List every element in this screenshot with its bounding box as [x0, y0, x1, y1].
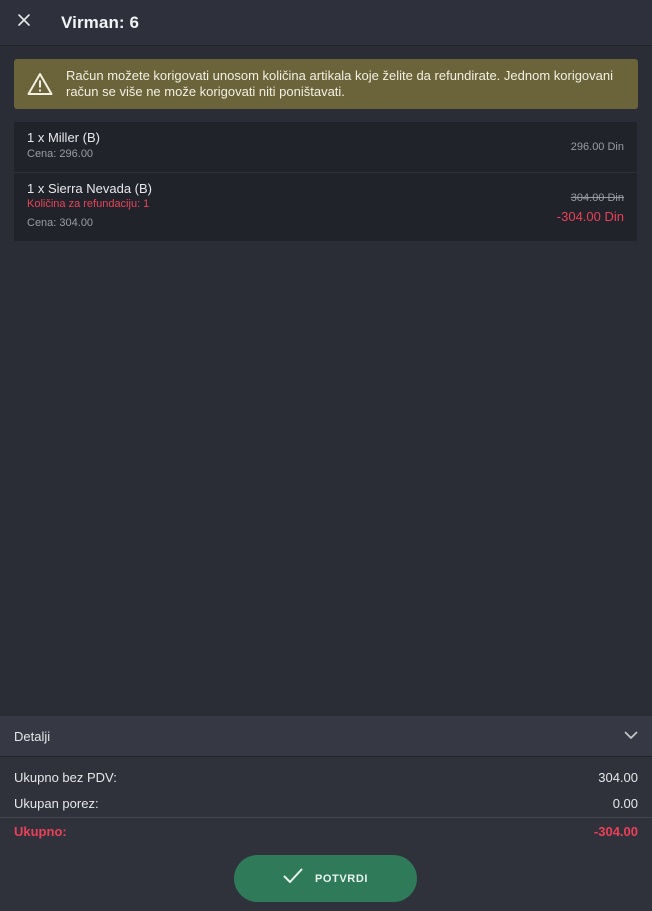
item-name: 1 x Sierra Nevada (B): [27, 181, 152, 196]
item-price: Cena: 304.00: [27, 217, 94, 229]
chevron-down-icon: [624, 727, 638, 745]
list-item[interactable]: 1 x Miller (B) Cena: 296.00 296.00 Din: [14, 122, 637, 173]
tax-total-row: Ukupan porez: 0.00: [14, 796, 638, 811]
item-name: 1 x Miller (B): [27, 130, 100, 145]
warning-text: Račun možete korigovati unosom količina …: [66, 68, 621, 100]
page-title: Virman: 6: [61, 12, 140, 32]
tax-total-value: 0.00: [612, 796, 638, 811]
warning-banner: Račun možete korigovati unosom količina …: [14, 59, 638, 109]
list-item[interactable]: 1 x Sierra Nevada (B) Količina za refund…: [14, 173, 637, 241]
item-list: 1 x Miller (B) Cena: 296.00 296.00 Din 1…: [14, 122, 637, 241]
item-price: Cena: 296.00: [27, 148, 94, 160]
check-icon: [283, 868, 303, 889]
warning-triangle-icon: [14, 72, 66, 96]
net-total-row: Ukupno bez PDV: 304.00: [14, 770, 638, 785]
net-total-value: 304.00: [598, 770, 638, 785]
close-button[interactable]: [0, 0, 48, 46]
grand-total-value: -304.00: [593, 824, 638, 839]
warning-text-line1: Račun možete korigovati unosom količina …: [66, 68, 614, 83]
summary-panel: Detalji Ukupno bez PDV: 304.00 Ukupan po…: [0, 716, 652, 911]
item-total-original: 304.00 Din: [570, 192, 624, 204]
confirm-button[interactable]: POTVRDI: [234, 855, 417, 902]
details-toggle[interactable]: Detalji: [0, 716, 652, 757]
item-total: 296.00 Din: [570, 141, 624, 153]
close-icon: [17, 13, 31, 32]
header: Virman: 6: [0, 0, 652, 46]
net-total-label: Ukupno bez PDV:: [14, 770, 117, 785]
details-label: Detalji: [14, 728, 51, 744]
grand-total-row: Ukupno: -304.00: [14, 824, 638, 839]
item-refund-quantity: Količina za refundaciju: 1: [27, 198, 150, 210]
divider: [0, 817, 652, 818]
confirm-label: POTVRDI: [314, 872, 369, 885]
item-total-refund: -304.00 Din: [556, 209, 624, 224]
warning-text-line2: račun se više ne može korigovati niti po…: [66, 84, 345, 99]
tax-total-label: Ukupan porez:: [14, 796, 99, 811]
grand-total-label: Ukupno:: [14, 824, 67, 839]
